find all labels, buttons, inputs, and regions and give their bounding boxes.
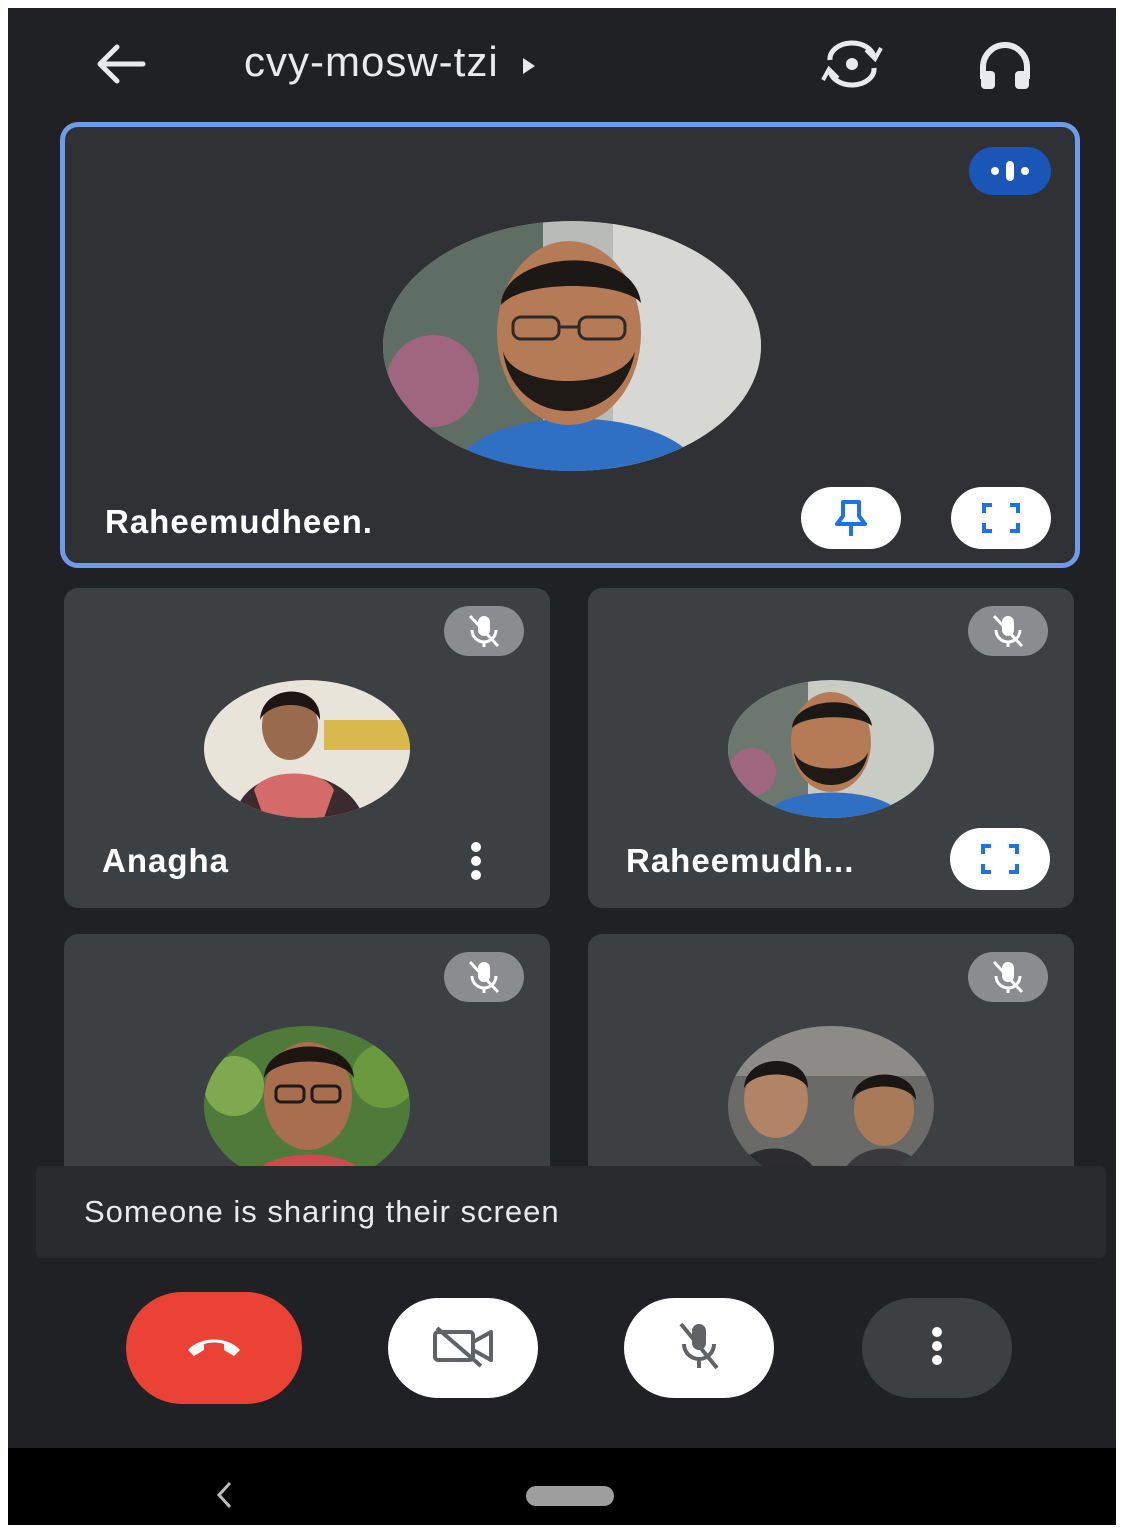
more-vert-icon (930, 1326, 944, 1371)
avatar (383, 221, 761, 471)
nav-back-icon[interactable] (204, 1470, 244, 1520)
screen-share-banner: Someone is sharing their screen (36, 1166, 1106, 1258)
more-options-button[interactable] (862, 1298, 1012, 1398)
avatar (204, 1026, 410, 1186)
switch-camera-icon[interactable] (816, 34, 888, 94)
more-vert-icon[interactable] (456, 836, 496, 886)
avatar (728, 1026, 934, 1186)
fullscreen-icon[interactable] (951, 487, 1051, 549)
mic-off-icon (444, 952, 524, 1002)
fullscreen-icon[interactable] (950, 828, 1050, 890)
mic-off-icon (968, 952, 1048, 1002)
top-bar: cvy-mosw-tzi (8, 8, 1116, 118)
main-participant-tile[interactable]: Raheemudheen. (60, 122, 1080, 568)
meeting-code[interactable]: cvy-mosw-tzi (244, 34, 537, 90)
mic-off-icon (444, 606, 524, 656)
system-nav-bar (8, 1448, 1116, 1525)
participant-tile[interactable]: Anagha (64, 588, 550, 908)
meet-call-screen: cvy-mosw-tzi Raheemudheen. Anagha Raheem… (8, 8, 1116, 1525)
pin-icon[interactable] (801, 487, 901, 549)
meeting-code-text: cvy-mosw-tzi (244, 38, 499, 85)
audio-level-icon (969, 147, 1051, 195)
headphones-icon[interactable] (970, 36, 1040, 96)
camera-toggle-button[interactable] (388, 1298, 538, 1398)
call-end-icon (184, 1332, 244, 1365)
end-call-button[interactable] (126, 1292, 302, 1404)
participant-tile[interactable]: Raheemudh... (588, 588, 1074, 908)
home-pill-icon[interactable] (526, 1486, 614, 1506)
screen-share-text: Someone is sharing their screen (84, 1194, 560, 1229)
mic-off-icon (677, 1320, 721, 1377)
avatar (204, 680, 410, 818)
participant-name: Anagha (102, 842, 230, 879)
caret-right-icon (521, 38, 537, 86)
videocam-off-icon (431, 1324, 495, 1373)
participant-name: Raheemudh... (626, 842, 855, 879)
avatar (728, 680, 934, 818)
participant-name: Raheemudheen. (105, 503, 373, 540)
arrow-back-icon[interactable] (88, 36, 152, 92)
mic-off-icon (968, 606, 1048, 656)
mic-toggle-button[interactable] (624, 1298, 774, 1398)
